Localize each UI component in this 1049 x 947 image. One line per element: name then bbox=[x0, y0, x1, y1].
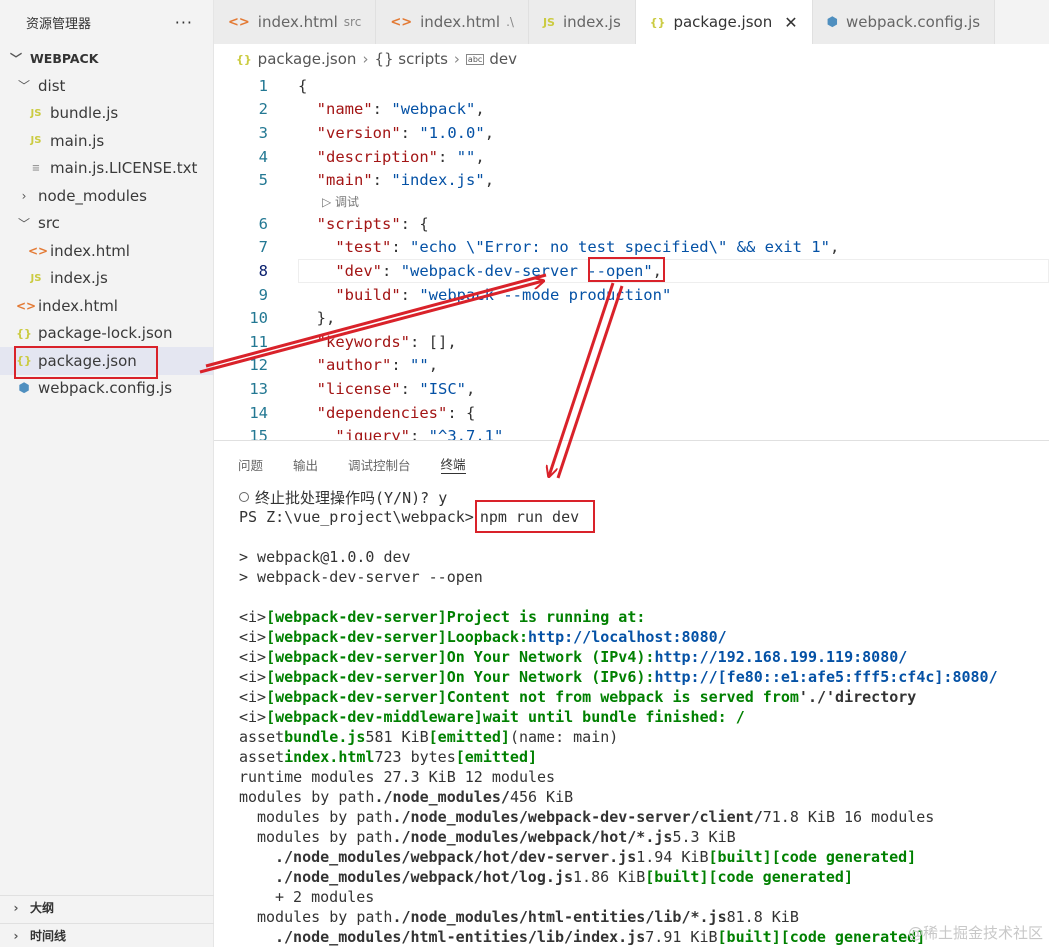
watermark: @稀土掘金技术社区 bbox=[907, 924, 1043, 942]
annotation-arrows bbox=[199, 273, 624, 947]
annotation-arrow bbox=[549, 282, 615, 476]
annotation-arrow bbox=[205, 273, 547, 368]
annotation-arrow bbox=[556, 285, 624, 479]
annotation-arrow bbox=[199, 281, 543, 374]
